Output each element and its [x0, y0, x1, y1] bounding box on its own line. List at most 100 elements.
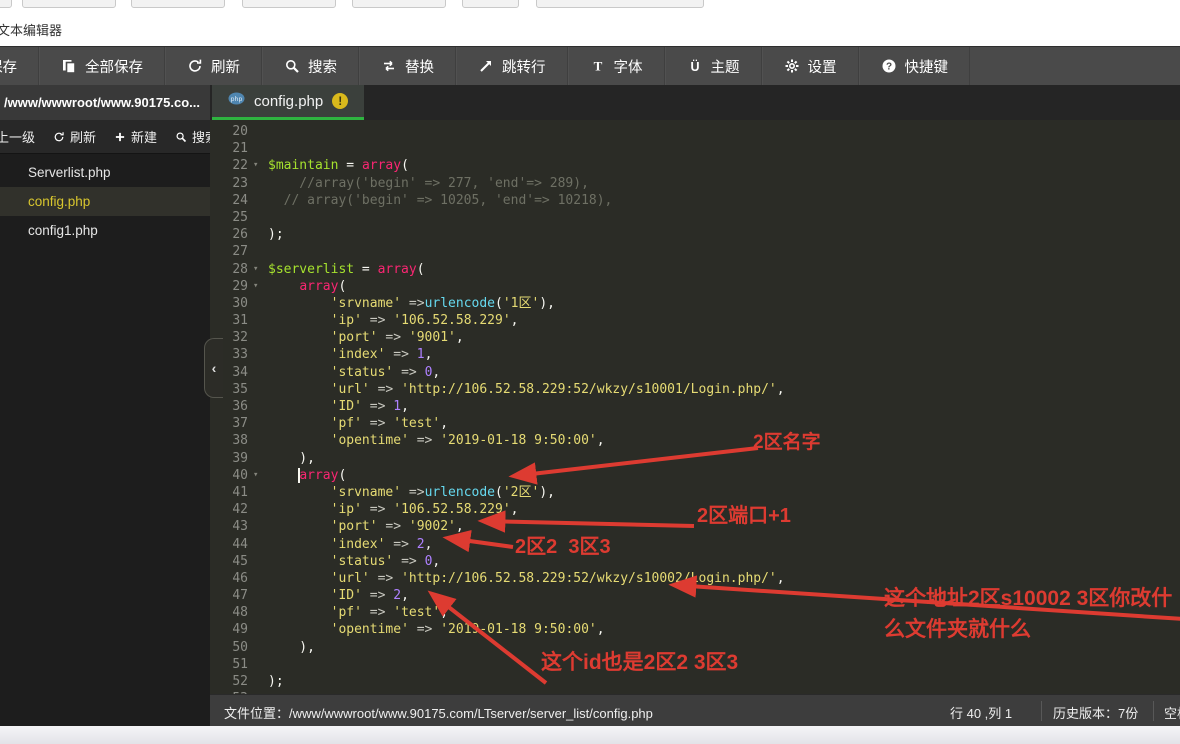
file-list: Serverlist.phpconfig.phpconfig1.php: [0, 158, 210, 245]
search-icon: [175, 131, 187, 143]
sidebar-toolbar: 上一级刷新新建搜索: [0, 120, 210, 154]
code-line-34[interactable]: 34 'status' => 0,: [210, 364, 1180, 381]
browser-tab-stub[interactable]: [0, 0, 12, 8]
button-label: 全部保存: [85, 56, 143, 77]
goto-line-button[interactable]: 跳转行: [456, 47, 568, 85]
code-line-29[interactable]: 29▾ array(: [210, 278, 1180, 295]
code-line-40[interactable]: 40▾ array(: [210, 467, 1180, 484]
save-button[interactable]: 保存: [0, 47, 39, 85]
line-number: 48: [210, 604, 248, 621]
text-cursor: [298, 468, 300, 483]
code-line-32[interactable]: 32 'port' => '9001',: [210, 329, 1180, 346]
theme-button[interactable]: Ü主题: [665, 47, 762, 85]
fold-toggle-icon[interactable]: ▾: [248, 278, 268, 295]
button-label: 设置: [808, 56, 837, 77]
code-line-21[interactable]: 21: [210, 140, 1180, 157]
code-line-39[interactable]: 39 ),: [210, 450, 1180, 467]
fold-toggle-icon[interactable]: ▾: [248, 261, 268, 278]
sidebar-refresh-button[interactable]: 刷新: [44, 127, 105, 146]
annotation-zone2-url: 这个地址2区s10002 3区你改什么文件夹就什么: [884, 583, 1179, 645]
line-number: 30: [210, 295, 248, 312]
svg-text:?: ?: [885, 62, 891, 73]
goto-line-icon: [478, 58, 494, 74]
line-number: 39: [210, 450, 248, 467]
line-number: 38: [210, 432, 248, 449]
code-line-35[interactable]: 35 'url' => 'http://106.52.58.229:52/wkz…: [210, 381, 1180, 398]
settings-button[interactable]: 设置: [762, 47, 859, 85]
line-number: 44: [210, 536, 248, 553]
save-all-button[interactable]: 全部保存: [39, 47, 165, 85]
sidebar-up-level-button[interactable]: 上一级: [0, 127, 44, 146]
font-button[interactable]: T字体: [568, 47, 665, 85]
fold-toggle-icon[interactable]: ▾: [248, 467, 268, 484]
code-line-22[interactable]: 22▾$maintain = array(: [210, 157, 1180, 174]
hotkeys-button[interactable]: ?快捷键: [859, 47, 971, 85]
fold-gutter: [248, 175, 268, 192]
line-number: 27: [210, 243, 248, 260]
code-line-31[interactable]: 31 'ip' => '106.52.58.229',: [210, 312, 1180, 329]
line-number: 37: [210, 415, 248, 432]
code-line-37[interactable]: 37 'pf' => 'test',: [210, 415, 1180, 432]
code-line-27[interactable]: 27: [210, 243, 1180, 260]
browser-tab-stub[interactable]: [462, 0, 519, 8]
status-cursor-position: 行 40 ,列 1: [950, 703, 1012, 722]
search-button[interactable]: 搜索: [262, 47, 359, 85]
code-line-28[interactable]: 28▾$serverlist = array(: [210, 261, 1180, 278]
status-separator: [1153, 701, 1154, 721]
file-item-config.php[interactable]: config.php: [0, 187, 210, 216]
code-line-20[interactable]: 20: [210, 123, 1180, 140]
annotation-zone2-port: 2区端口+1: [697, 499, 791, 528]
line-number: 24: [210, 192, 248, 209]
fold-gutter: [248, 381, 268, 398]
svg-text:Ü: Ü: [690, 59, 699, 74]
refresh-icon: [187, 58, 203, 74]
code-line-45[interactable]: 45 'status' => 0,: [210, 553, 1180, 570]
code-line-38[interactable]: 38 'opentime' => '2019-01-18 9:50:00',: [210, 432, 1180, 449]
file-item-config1.php[interactable]: config1.php: [0, 216, 210, 245]
code-line-23[interactable]: 23 //array('begin' => 277, 'end'=> 289),: [210, 175, 1180, 192]
sidebar-collapse-handle[interactable]: ‹: [204, 338, 223, 398]
button-label: 替换: [405, 56, 434, 77]
line-number: 25: [210, 209, 248, 226]
fold-gutter: [248, 587, 268, 604]
code-line-25[interactable]: 25: [210, 209, 1180, 226]
fold-toggle-icon[interactable]: ▾: [248, 157, 268, 174]
fold-gutter: [248, 415, 268, 432]
code-line-30[interactable]: 30 'srvname' =>urlencode('1区'),: [210, 295, 1180, 312]
code-line-42[interactable]: 42 'ip' => '106.52.58.229',: [210, 501, 1180, 518]
fold-gutter: [248, 621, 268, 638]
browser-tab-stub[interactable]: [536, 0, 704, 8]
fold-gutter: [248, 484, 268, 501]
refresh-icon: [53, 131, 65, 143]
file-item-Serverlist.php[interactable]: Serverlist.php: [0, 158, 210, 187]
fold-gutter: [248, 123, 268, 140]
browser-tab-stub[interactable]: [242, 0, 336, 8]
fold-gutter: [248, 639, 268, 656]
hotkeys-icon: ?: [881, 58, 897, 74]
code-line-33[interactable]: 33 'index' => 1,: [210, 346, 1180, 363]
line-number: 22: [210, 157, 248, 174]
code-line-26[interactable]: 26 );: [210, 226, 1180, 243]
sidebar-search-button[interactable]: 搜索: [166, 127, 210, 146]
code-line-41[interactable]: 41 'srvname' =>urlencode('2区'),: [210, 484, 1180, 501]
code-line-36[interactable]: 36 'ID' => 1,: [210, 398, 1180, 415]
new-icon: [114, 131, 126, 143]
status-history-versions[interactable]: 历史版本：7份: [1053, 703, 1138, 722]
browser-tab-stub[interactable]: [131, 0, 225, 8]
fold-gutter: [248, 673, 268, 690]
replace-button[interactable]: 替换: [359, 47, 456, 85]
code-line-44[interactable]: 44 'index' => 2,: [210, 536, 1180, 553]
code-line-43[interactable]: 43 'port' => '9002',: [210, 518, 1180, 535]
browser-tab-stub[interactable]: [352, 0, 446, 8]
fold-gutter: [248, 450, 268, 467]
browser-tab-stub[interactable]: [22, 0, 116, 8]
refresh-button[interactable]: 刷新: [165, 47, 262, 85]
sidebar-new-button[interactable]: 新建: [105, 127, 166, 146]
status-file-location: 文件位置：/www/wwwroot/www.90175.com/LTserver…: [224, 703, 653, 722]
fold-gutter: [248, 226, 268, 243]
bottom-strip: [0, 726, 1180, 744]
line-number: 26: [210, 226, 248, 243]
line-number: 51: [210, 656, 248, 673]
code-line-24[interactable]: 24 // array('begin' => 10205, 'end'=> 10…: [210, 192, 1180, 209]
tab-config-php[interactable]: php config.php !: [212, 85, 364, 120]
